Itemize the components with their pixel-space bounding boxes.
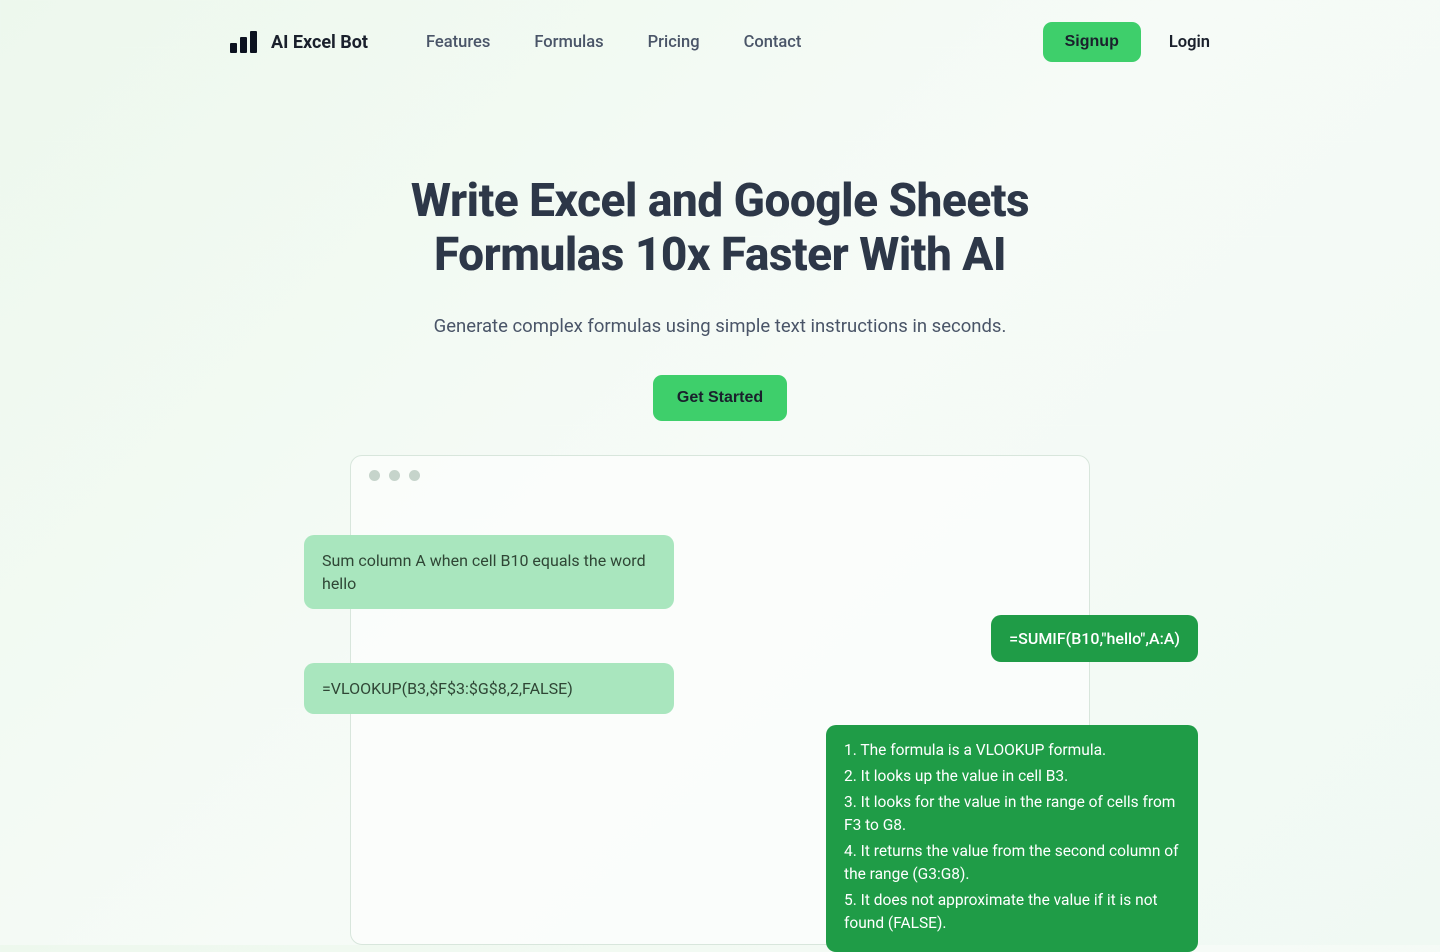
bot2-line: 3. It looks for the value in the range o… [844,791,1180,836]
login-link[interactable]: Login [1169,33,1210,52]
nav-link-pricing[interactable]: Pricing [648,33,700,52]
chat-bubble-user-1: Sum column A when cell B10 equals the wo… [304,535,674,609]
bot2-line: 2. It looks up the value in cell B3. [844,765,1180,787]
demo-area: Sum column A when cell B10 equals the wo… [350,455,1090,945]
get-started-button[interactable]: Get Started [653,375,787,421]
top-nav: AI Excel Bot Features Formulas Pricing C… [230,0,1210,84]
chat-bubble-bot-1: =SUMIF(B10,"hello",A:A) [991,615,1198,662]
hero-subtitle: Generate complex formulas using simple t… [230,315,1210,337]
signup-button[interactable]: Signup [1043,22,1141,62]
nav-link-contact[interactable]: Contact [744,33,802,52]
hero-title-line2: Formulas 10x Faster With AI [434,228,1006,282]
brand[interactable]: AI Excel Bot [230,31,368,53]
hero-title-line1: Write Excel and Google Sheets [411,174,1029,228]
bot2-line: 1. The formula is a VLOOKUP formula. [844,739,1180,761]
brand-name: AI Excel Bot [271,32,368,53]
hero: Write Excel and Google Sheets Formulas 1… [230,174,1210,421]
window-controls-icon [351,470,1089,481]
chat-bubble-bot-2: 1. The formula is a VLOOKUP formula. 2. … [826,725,1198,952]
bot2-line: 4. It returns the value from the second … [844,840,1180,885]
nav-right: Signup Login [1043,22,1210,62]
chat-bubble-user-2: =VLOOKUP(B3,$F$3:$G$8,2,FALSE) [304,663,674,714]
nav-links: Features Formulas Pricing Contact [426,33,801,52]
nav-link-features[interactable]: Features [426,33,490,52]
nav-link-formulas[interactable]: Formulas [534,33,603,52]
hero-title: Write Excel and Google Sheets Formulas 1… [230,174,1210,283]
bars-icon [230,31,257,53]
bot2-line: 5. It does not approximate the value if … [844,889,1180,934]
